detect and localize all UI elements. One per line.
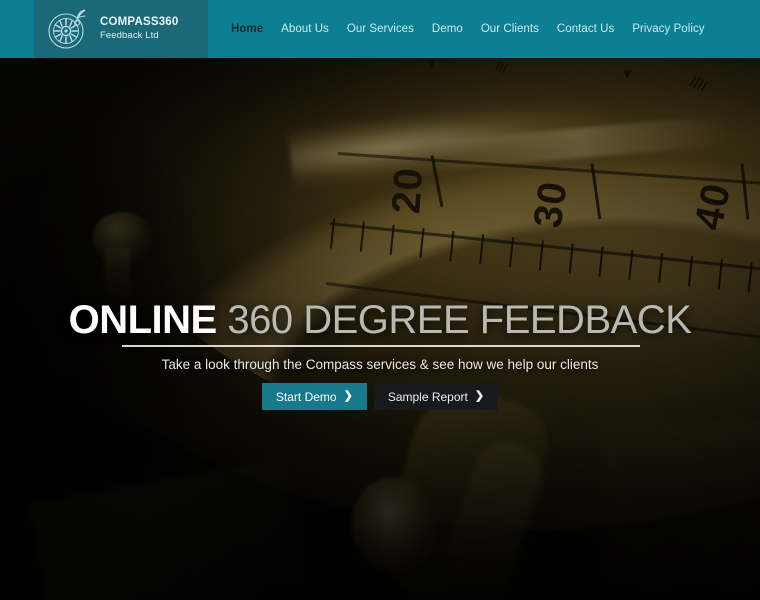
start-demo-label: Start Demo [275, 389, 337, 404]
brand-title: COMPASS360 [100, 16, 179, 29]
start-demo-button[interactable]: Start Demo ❯ [261, 383, 367, 410]
sample-report-button[interactable]: Sample Report ❯ [373, 383, 499, 410]
brand-text: COMPASS360 Feedback Ltd [100, 16, 178, 41]
chevron-right-icon: ❯ [474, 390, 485, 402]
brand-subtitle: Feedback Ltd [100, 29, 159, 41]
chevron-right-icon: ❯ [343, 390, 353, 402]
hero-subheadline: Take a look through the Compass services… [161, 357, 599, 372]
brand-logo-panel[interactable]: COMPASS360 Feedback Ltd [34, 0, 208, 58]
sample-report-label: Sample Report [387, 389, 468, 404]
nav-item-home[interactable]: Home [222, 23, 272, 35]
nav-item-demo[interactable]: Demo [423, 23, 472, 35]
site-header: COMPASS360 Feedback Ltd Home About Us Ou… [0, 0, 760, 58]
compass-rose-icon [44, 5, 92, 53]
nav-item-about-us[interactable]: About Us [272, 23, 338, 35]
headline-strong-part: ONLINE [68, 298, 218, 342]
hero-section: ONLINE 360 DEGREE FEEDBACK Take a look t… [0, 0, 760, 600]
nav-item-our-clients[interactable]: Our Clients [472, 23, 548, 35]
page-root: ▼ ▼ /// //// 20 30 40 [0, 0, 760, 600]
headline-divider [122, 345, 640, 347]
nav-item-privacy-policy[interactable]: Privacy Policy [623, 23, 713, 35]
hero-cta-row: Start Demo ❯ Sample Report ❯ [0, 383, 760, 410]
headline-light-part: 360 DEGREE FEEDBACK [227, 298, 692, 342]
nav-item-contact-us[interactable]: Contact Us [548, 23, 623, 35]
nav-item-our-services[interactable]: Our Services [338, 23, 423, 35]
hero-headline: ONLINE 360 DEGREE FEEDBACK [0, 298, 760, 342]
main-navigation: Home About Us Our Services Demo Our Clie… [222, 0, 714, 58]
